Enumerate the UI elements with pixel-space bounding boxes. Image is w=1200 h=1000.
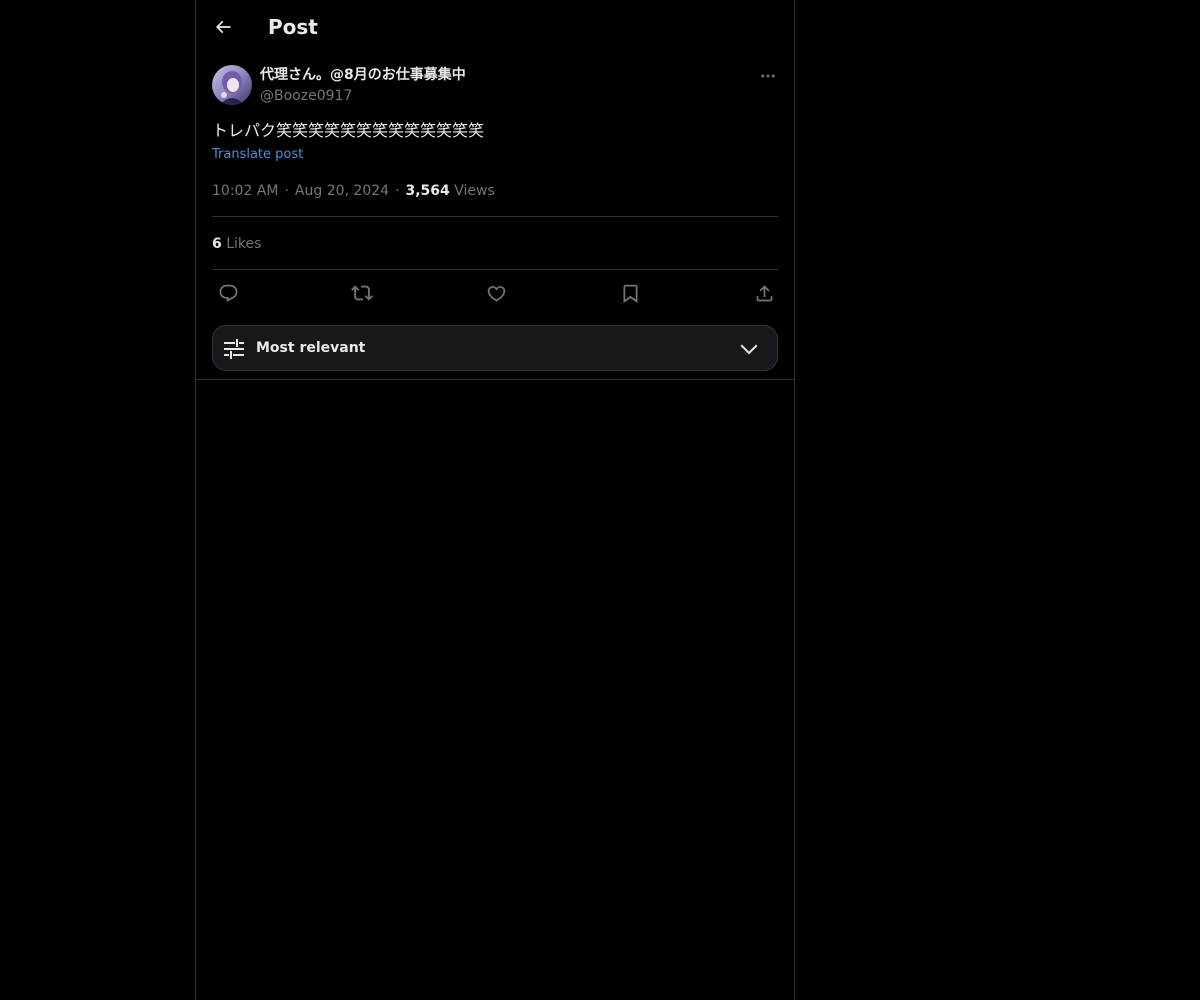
- author-display-name[interactable]: 代理さん。@8月のお仕事募集中: [260, 65, 466, 85]
- likes-label: Likes: [226, 236, 262, 252]
- post-metadata: 10:02 AM · Aug 20, 2024 · 3,564 Views: [212, 181, 495, 201]
- views-label: Views: [454, 183, 495, 199]
- page-title: Post: [268, 15, 318, 39]
- separator: ·: [284, 183, 289, 199]
- divider: [212, 269, 778, 270]
- post-time[interactable]: 10:02 AM: [212, 183, 278, 199]
- separator: ·: [395, 183, 400, 199]
- divider: [212, 216, 778, 217]
- arrow-left-icon: [213, 17, 233, 37]
- like-button[interactable]: [484, 281, 508, 305]
- post-column: Post 代理さん。@8月のお仕事募集中 @Booze0917 トレパク笑笑笑笑…: [195, 0, 795, 1000]
- repost-icon: [351, 282, 373, 304]
- top-bar: Post: [196, 0, 794, 54]
- bookmark-icon: [620, 283, 641, 304]
- translate-post-link[interactable]: Translate post: [212, 146, 303, 164]
- reply-button[interactable]: [216, 281, 240, 305]
- more-options-button[interactable]: [756, 64, 780, 88]
- repost-button[interactable]: [350, 281, 374, 305]
- filter-sliders-icon: [222, 337, 246, 361]
- author-handle[interactable]: @Booze0917: [260, 86, 352, 106]
- reply-sort-dropdown[interactable]: Most relevant: [212, 325, 778, 371]
- back-button[interactable]: [207, 11, 239, 43]
- share-icon: [754, 283, 775, 304]
- more-horizontal-icon: [759, 67, 777, 85]
- divider: [196, 379, 794, 380]
- avatar[interactable]: [212, 65, 252, 105]
- chevron-down-icon: [737, 337, 761, 361]
- likes-count: 6: [212, 236, 222, 252]
- post-text: トレパク笑笑笑笑笑笑笑笑笑笑笑笑笑: [212, 121, 485, 140]
- bookmark-button[interactable]: [618, 281, 642, 305]
- views-count: 3,564: [405, 183, 450, 199]
- reply-icon: [218, 283, 239, 304]
- like-icon: [486, 283, 507, 304]
- likes-link[interactable]: 6 Likes: [212, 234, 261, 254]
- post-date[interactable]: Aug 20, 2024: [295, 183, 389, 199]
- share-button[interactable]: [752, 281, 776, 305]
- sort-label: Most relevant: [256, 340, 366, 356]
